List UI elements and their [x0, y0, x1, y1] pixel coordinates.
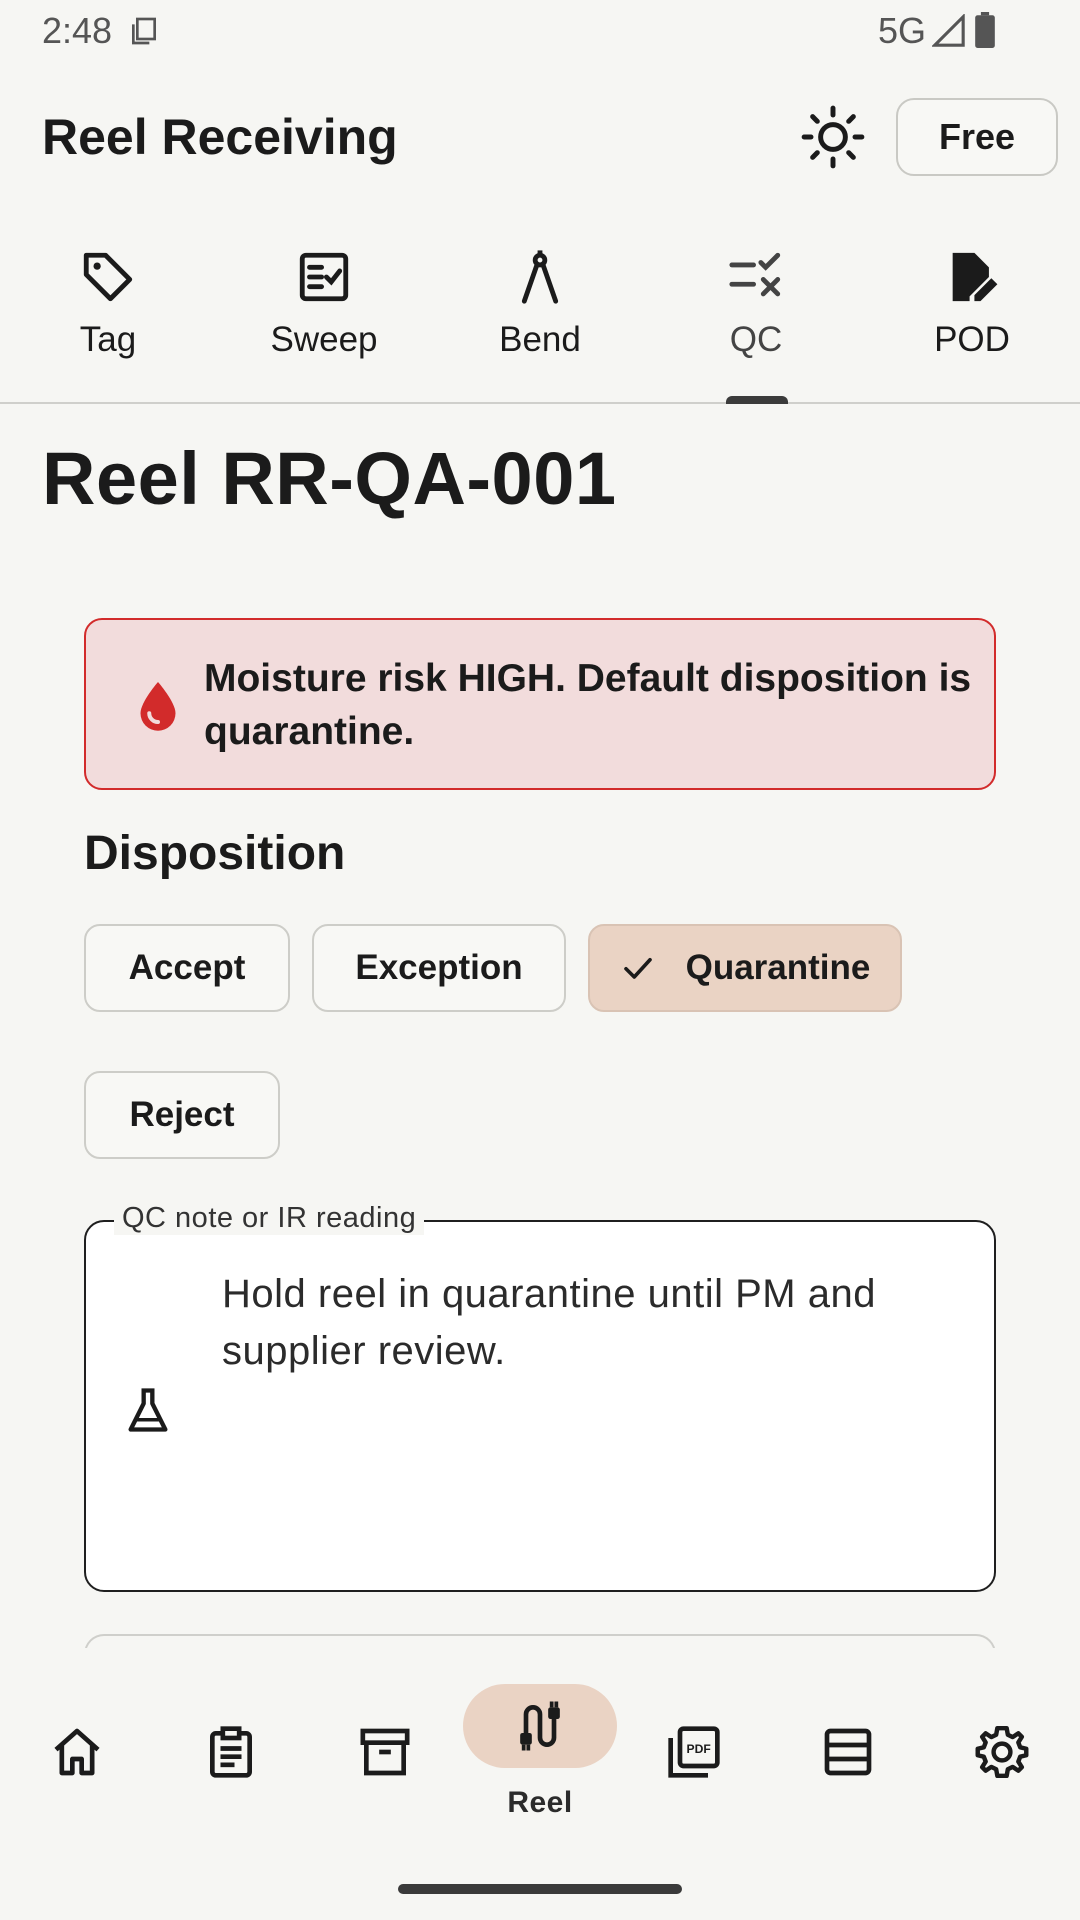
tab-pod-label: POD	[934, 320, 1010, 359]
qc-note-field[interactable]: QC note or IR reading Hold reel in quara…	[84, 1202, 996, 1592]
reject-chip[interactable]: Reject	[84, 1071, 280, 1159]
tab-sweep[interactable]: Sweep	[216, 228, 432, 402]
water-drop-icon	[140, 682, 176, 731]
sun-icon[interactable]	[800, 104, 866, 170]
battery-icon	[975, 12, 995, 48]
nav-reel[interactable]: Reel	[463, 1648, 617, 1848]
signed-document-icon	[952, 252, 998, 302]
sim-card-icon	[132, 17, 156, 45]
nav-list[interactable]	[771, 1648, 925, 1848]
archive-icon	[360, 1728, 410, 1776]
check-icon	[623, 957, 652, 979]
flask-icon	[128, 1388, 168, 1432]
svg-text:PDF: PDF	[687, 1742, 711, 1756]
quarantine-chip-label: Quarantine	[685, 948, 871, 987]
tab-tag[interactable]: Tag	[0, 228, 216, 402]
accept-chip[interactable]: Accept	[84, 924, 290, 1012]
tab-bend-label: Bend	[499, 320, 581, 359]
tag-icon	[83, 252, 133, 302]
list-icon	[824, 1728, 872, 1776]
clipboard-icon	[210, 1726, 252, 1778]
qc-note-label: QC note or IR reading	[114, 1202, 425, 1235]
nav-clipboard[interactable]	[154, 1648, 308, 1848]
disposition-title: Disposition	[84, 827, 346, 880]
qc-note-value[interactable]: Hold reel in quarantine until PM and sup…	[222, 1266, 962, 1380]
pdf-icon: PDF	[668, 1726, 720, 1778]
tab-bar: Tag Sweep Bend QC POD	[0, 228, 1080, 404]
tab-bend[interactable]: Bend	[432, 228, 648, 402]
bottom-navigation: Reel PDF	[0, 1648, 1080, 1920]
nav-pdf[interactable]: PDF	[617, 1648, 771, 1848]
nav-archive[interactable]	[308, 1648, 462, 1848]
checklist-icon	[299, 252, 349, 302]
active-tab-indicator	[726, 396, 788, 404]
settings-gear-icon	[975, 1725, 1029, 1779]
free-button[interactable]: Free	[896, 98, 1058, 176]
exception-chip-label: Exception	[355, 948, 523, 987]
signal-icon	[932, 14, 965, 47]
compass-icon	[521, 250, 559, 304]
alert-text: Moisture risk HIGH. Default disposition …	[204, 657, 972, 753]
status-time: 2:48	[42, 10, 113, 51]
page-title: Reel RR-QA-001	[42, 437, 617, 520]
gesture-home-bar[interactable]	[398, 1884, 682, 1894]
home-icon	[54, 1728, 100, 1776]
network-type: 5G	[877, 10, 926, 51]
moisture-alert: Moisture risk HIGH. Default disposition …	[84, 618, 996, 790]
tab-qc-label: QC	[729, 320, 783, 359]
tab-qc[interactable]: QC	[648, 228, 864, 402]
tab-pod[interactable]: POD	[864, 228, 1080, 402]
nav-reel-label: Reel	[507, 1786, 573, 1819]
tab-sweep-label: Sweep	[270, 320, 378, 359]
reject-chip-label: Reject	[129, 1095, 235, 1134]
nav-settings[interactable]	[925, 1648, 1079, 1848]
nav-home[interactable]	[0, 1648, 154, 1848]
cable-icon	[520, 1701, 560, 1751]
qc-list-icon	[729, 252, 781, 297]
nav-reel-pill	[463, 1684, 617, 1768]
app-title: Reel Receiving	[42, 109, 398, 165]
quarantine-chip[interactable]: Quarantine	[588, 924, 902, 1012]
exception-chip[interactable]: Exception	[312, 924, 566, 1012]
tab-tag-label: Tag	[79, 320, 137, 359]
accept-chip-label: Accept	[128, 948, 246, 987]
